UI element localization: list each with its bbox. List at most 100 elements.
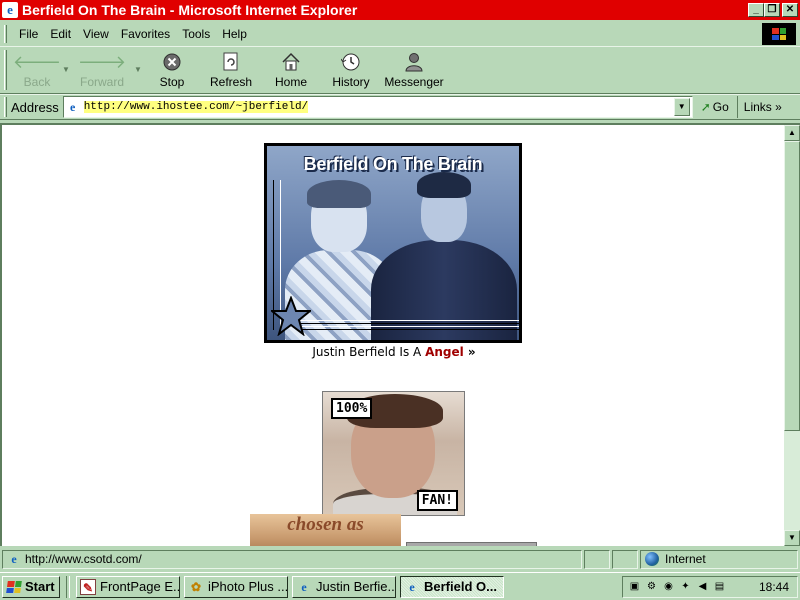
refresh-label: Refresh <box>209 75 253 89</box>
links-chevron-icon: » <box>775 100 782 114</box>
menu-favorites[interactable]: Favorites <box>115 27 176 41</box>
angel-caption: Justin Berfield Is A Angel » <box>2 345 784 359</box>
page-icon: e <box>70 100 76 114</box>
status-zone-panel: Internet <box>640 549 798 569</box>
chosen-as-image[interactable]: chosen as <box>250 514 401 546</box>
menu-view[interactable]: View <box>77 27 115 41</box>
banner-image: Berfield On The Brain <box>264 143 522 343</box>
sys-monitor-icon[interactable]: ◉ <box>661 579 676 594</box>
status-text-panel: e http://www.csotd.com/ <box>2 549 582 569</box>
status-text: http://www.csotd.com/ <box>25 552 142 566</box>
refresh-button[interactable]: Refresh <box>201 47 261 93</box>
url-input[interactable]: http://www.ihostee.com/~jberfield/ <box>83 101 674 113</box>
stop-button[interactable]: Stop <box>143 47 201 93</box>
menu-help[interactable]: Help <box>216 27 253 41</box>
stop-label: Stop <box>159 75 185 89</box>
close-button[interactable]: ✕ <box>782 3 798 17</box>
address-dropdown-button[interactable]: ▼ <box>673 98 690 116</box>
ie-icon[interactable]: e <box>2 2 18 18</box>
toolbar-grip[interactable] <box>4 50 7 90</box>
status-bar: e http://www.csotd.com/ Internet <box>0 548 800 570</box>
windows-logo-icon <box>762 23 796 45</box>
address-grip[interactable] <box>4 97 7 117</box>
antivirus-icon[interactable]: ⚙ <box>644 579 659 594</box>
frontpage-icon: ✎ <box>80 578 96 595</box>
star-icon <box>271 296 311 336</box>
menu-bar: File Edit View Favorites Tools Help <box>0 22 800 46</box>
scroll-down-button[interactable]: ▼ <box>784 530 800 546</box>
address-label: Address <box>11 99 59 115</box>
minimize-button[interactable]: _ <box>748 3 764 17</box>
page-content[interactable]: Berfield On The Brain Justin Berfield Is… <box>0 123 784 546</box>
tool-icon[interactable]: ✦ <box>678 579 693 594</box>
partial-image <box>406 542 537 546</box>
menu-grip[interactable] <box>4 25 7 43</box>
fan-percent-label: 100% <box>331 398 373 419</box>
fan-label: FAN! <box>416 490 458 511</box>
messenger-button[interactable]: Messenger <box>381 47 447 93</box>
history-label: History <box>332 75 370 89</box>
caption-chevron: » <box>463 345 476 359</box>
caption-text: Justin Berfield Is A <box>312 345 426 359</box>
go-label: Go <box>712 100 729 114</box>
address-field[interactable]: e http://www.ihostee.com/~jberfield/ ▼ <box>62 96 693 118</box>
forward-arrow-icon: 🡒 <box>77 51 127 72</box>
back-button[interactable]: 🡐 Back <box>13 47 61 93</box>
task-berfield-on-the-brain[interactable]: e Berfield O... <box>400 575 504 598</box>
messenger-label: Messenger <box>384 75 444 89</box>
network-icon[interactable]: ▣ <box>627 579 642 594</box>
zone-label: Internet <box>665 552 706 566</box>
menu-tools[interactable]: Tools <box>176 27 216 41</box>
status-panel-progress <box>584 549 610 569</box>
chosen-as-text: chosen as <box>287 514 364 535</box>
display-icon[interactable]: ▤ <box>712 579 727 594</box>
system-tray: ▣ ⚙ ◉ ✦ ◀ ▤ 18:44 <box>622 575 798 598</box>
task-frontpage[interactable]: ✎ FrontPage E... <box>76 575 180 598</box>
history-button[interactable]: History <box>321 47 381 93</box>
ie-icon: e <box>409 579 415 594</box>
volume-icon[interactable]: ◀ <box>695 579 710 594</box>
forward-button[interactable]: 🡒 Forward <box>71 47 133 93</box>
back-dropdown-arrow[interactable]: ▼ <box>61 47 71 74</box>
banner-title: Berfield On The Brain <box>303 154 483 174</box>
title-bar: e Berfield On The Brain - Microsoft Inte… <box>0 0 800 20</box>
vertical-scrollbar[interactable]: ▲ ▼ <box>784 123 800 546</box>
stop-icon <box>163 51 181 73</box>
clock[interactable]: 18:44 <box>759 580 793 594</box>
windows-flag-icon <box>6 580 22 593</box>
angel-link[interactable]: Angel <box>425 345 464 359</box>
task-label: iPhoto Plus ... <box>208 579 288 594</box>
task-label: FrontPage E... <box>100 579 180 594</box>
taskbar-divider <box>66 575 70 598</box>
banner-photo-right <box>371 172 517 340</box>
start-button[interactable]: Start <box>2 575 60 598</box>
links-button[interactable]: Links » <box>738 100 788 114</box>
task-iphoto[interactable]: ✿ iPhoto Plus ... <box>184 575 288 598</box>
url-text: http://www.ihostee.com/~jberfield/ <box>83 101 309 113</box>
go-button[interactable]: ➚ Go <box>693 96 738 118</box>
scroll-thumb[interactable] <box>784 141 800 431</box>
messenger-icon <box>404 51 424 73</box>
page-status-icon: e <box>11 552 17 566</box>
go-arrow-icon: ➚ <box>700 100 711 114</box>
start-label: Start <box>25 579 55 594</box>
internet-globe-icon <box>645 552 659 566</box>
ie-icon: e <box>301 579 307 594</box>
task-label: Berfield O... <box>424 579 497 594</box>
status-panel-security <box>612 549 638 569</box>
menu-edit[interactable]: Edit <box>44 27 77 41</box>
taskbar: Start ✎ FrontPage E... ✿ iPhoto Plus ...… <box>0 572 800 600</box>
home-button[interactable]: Home <box>261 47 321 93</box>
back-label: Back <box>23 75 51 89</box>
menu-file[interactable]: File <box>13 27 44 41</box>
scroll-up-button[interactable]: ▲ <box>784 125 800 141</box>
back-arrow-icon: 🡐 <box>12 51 62 72</box>
home-icon <box>281 51 301 73</box>
task-justin-berfield[interactable]: e Justin Berfie... <box>292 575 396 598</box>
forward-dropdown-arrow[interactable]: ▼ <box>133 47 143 74</box>
forward-label: Forward <box>79 75 124 89</box>
fan-badge-image[interactable]: 100% FAN! <box>322 391 465 516</box>
window-controls: _ ❐ ✕ <box>748 3 798 17</box>
links-label: Links <box>743 100 772 114</box>
maximize-button[interactable]: ❐ <box>764 3 780 17</box>
